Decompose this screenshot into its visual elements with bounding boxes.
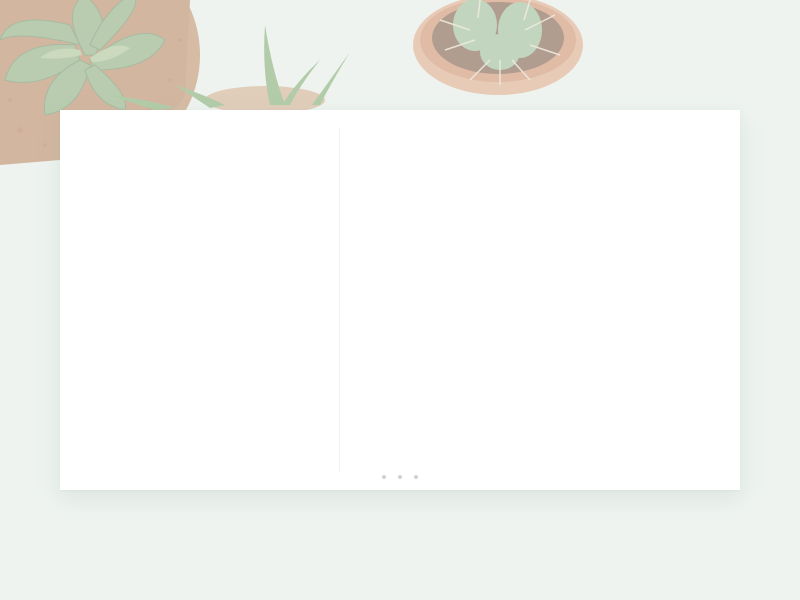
main-card [60,110,740,490]
pager-dot[interactable] [398,475,402,479]
cactus-terracotta-pot [413,0,583,95]
right-panel [340,110,740,490]
pager-dots [382,474,418,480]
pager-dot[interactable] [414,475,418,479]
left-panel [60,110,339,490]
pager-dot[interactable] [382,475,386,479]
aloe-plant [110,25,350,114]
